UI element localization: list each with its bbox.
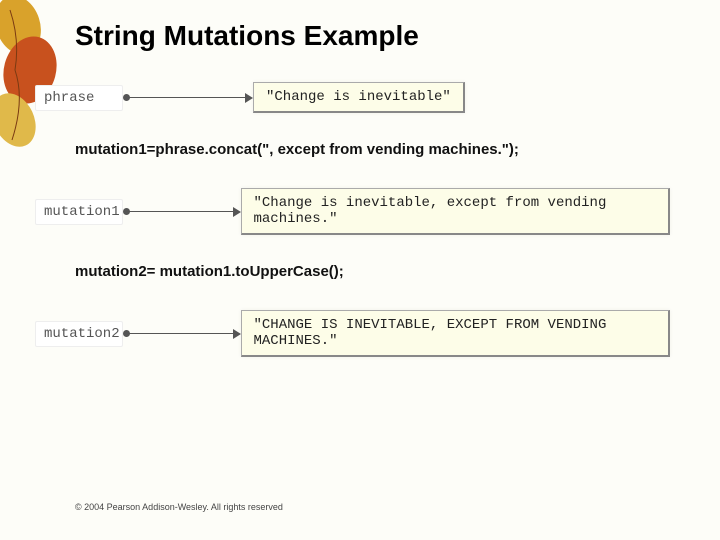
value-box-mutation2: "CHANGE IS INEVITABLE, EXCEPT FROM VENDI… <box>241 310 671 357</box>
arrow-icon <box>123 93 253 103</box>
variable-box-mutation2: mutation2 <box>35 321 123 347</box>
code-line-1: mutation1=phrase.concat(", except from v… <box>75 141 670 158</box>
slide-title: String Mutations Example <box>75 20 670 52</box>
code-line-2: mutation2= mutation1.toUpperCase(); <box>75 263 670 280</box>
variable-box-phrase: phrase <box>35 85 123 111</box>
variable-box-mutation1: mutation1 <box>35 199 123 225</box>
value-box-mutation1: "Change is inevitable, except from vendi… <box>241 188 671 235</box>
diagram-row-phrase: phrase "Change is inevitable" <box>35 82 670 113</box>
copyright-footer: © 2004 Pearson Addison-Wesley. All right… <box>75 502 283 512</box>
arrow-icon <box>123 207 241 217</box>
arrow-icon <box>123 329 241 339</box>
diagram-row-mutation2: mutation2 "CHANGE IS INEVITABLE, EXCEPT … <box>35 310 670 357</box>
diagram-row-mutation1: mutation1 "Change is inevitable, except … <box>35 188 670 235</box>
value-box-phrase: "Change is inevitable" <box>253 82 465 113</box>
